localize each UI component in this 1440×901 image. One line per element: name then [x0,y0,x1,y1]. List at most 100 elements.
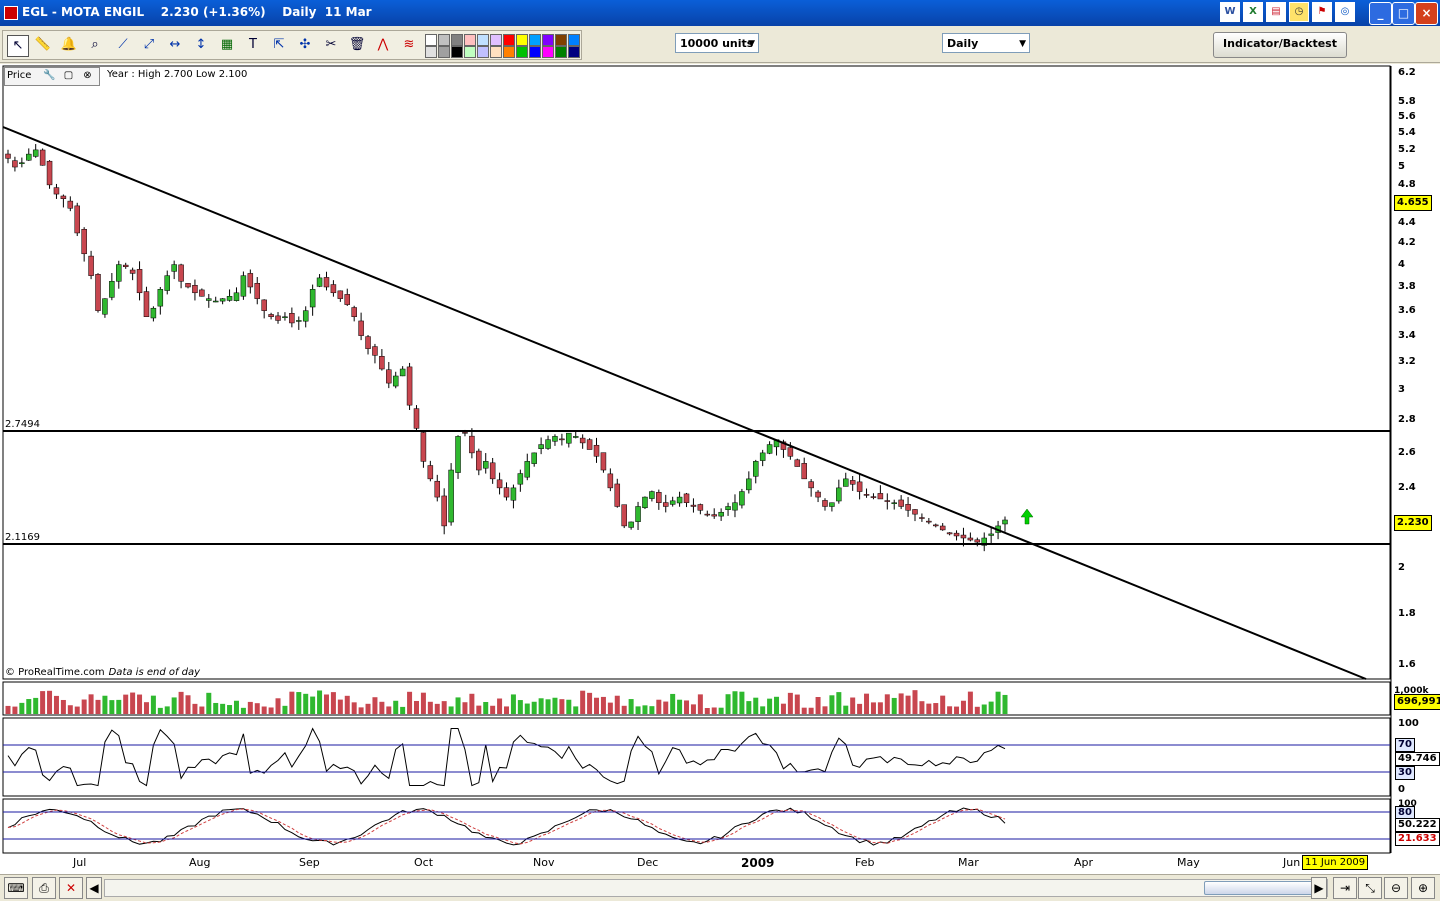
price-panel [2,65,1391,680]
volume-bar [206,692,212,714]
candle-body [199,289,205,297]
candle-body [192,285,198,294]
volume-bar [150,695,156,714]
volume-bar [164,706,170,714]
fit-icon[interactable]: ⇥ [1333,877,1357,899]
candle-body [406,366,413,406]
volume-bar [60,699,66,714]
volume-bar [254,703,260,714]
candle-body [399,368,406,377]
candle-body [309,289,316,308]
candle-body [289,313,295,324]
candle-body [718,511,724,517]
scroll-left-button[interactable]: ◀ [86,877,102,899]
candle-body [116,264,122,282]
volume-last-tag: 696,991 [1394,694,1440,710]
x-label-dec: Dec [637,856,659,869]
close-panel-icon[interactable]: ⊗ [81,69,94,82]
volume-bar [559,699,565,714]
y-tick-label: 5.6 [1398,111,1416,123]
rsi-upper-tag: 70 [1395,738,1415,752]
volume-bar [337,699,343,714]
volume-bar [767,698,773,714]
y-tick-label: 3.4 [1398,329,1416,341]
volume-bar [794,694,800,714]
candle-body [662,502,669,507]
candle-body [427,465,434,480]
candle-body [967,537,974,541]
keyboard-icon[interactable]: ⌨ [4,877,28,899]
rsi-panel [2,717,1391,797]
volume-bar [829,695,835,714]
y-tick-label: 3.6 [1398,304,1416,316]
zoom-in-icon[interactable]: ⊕ [1411,877,1435,899]
candle-body [268,314,274,317]
volume-bar [524,703,530,714]
zoom-out-icon[interactable]: ⊖ [1384,877,1408,899]
candle-body [261,299,267,311]
volume-bar [552,697,558,714]
volume-bar [864,693,870,714]
candle-body [206,298,212,301]
volume-bar [171,697,177,714]
candle-body [593,444,600,457]
volume-bar [545,699,551,714]
y-tick-label: 5.4 [1398,127,1416,139]
candle-body [157,289,164,307]
volume-bar [947,706,953,714]
volume-bar [143,702,149,714]
scroll-right-button[interactable]: ▶ [1311,877,1327,899]
volume-bar [704,707,710,714]
candle-body [933,524,939,527]
print-icon[interactable]: ⎙ [32,877,56,899]
candle-body [32,149,39,157]
candle-body [856,481,863,492]
window-icon[interactable]: ▢ [62,69,75,82]
expand-icon[interactable]: ⤡ [1358,877,1382,899]
volume-bar [614,695,620,714]
crosshair-icon[interactable]: ✕ [59,877,83,899]
volume-bar [628,699,634,714]
cursor-date-tag: 11 Jun 2009 [1302,855,1369,870]
volume-bar [67,705,73,714]
candle-body [863,494,870,496]
candle-body [392,375,399,387]
candle-body [296,320,302,322]
candle-body [476,450,482,471]
volume-bar [413,700,419,714]
y-tick-label: 4.4 [1398,216,1416,228]
y-tick-label: 3.2 [1398,356,1416,368]
candle-body [122,264,129,268]
candle-body [524,461,531,478]
bottom-bar: ⌨ ⎙ ✕ ◀ ▶ ⇥ ⤡ ⊖ ⊕ [0,874,1440,901]
volume-bar [372,697,378,714]
candle-body [815,491,821,498]
candle-body [53,187,60,195]
volume-bar [607,702,613,714]
candle-body [628,521,634,528]
volume-bar [95,699,101,714]
candle-body [420,432,427,462]
candle-body [621,504,627,527]
chart-canvas[interactable] [0,0,1440,900]
candle-body [676,496,683,504]
candle-body [129,269,136,274]
candle-body [469,435,475,454]
volume-bar [351,702,357,714]
volume-bar [960,700,966,714]
candle-body [836,487,842,502]
wrench-icon[interactable]: 🔧 [43,69,56,82]
volume-bar [109,700,115,714]
volume-bar [185,695,191,714]
horizontal-scrollbar[interactable] [104,879,1328,897]
volume-bar [379,701,385,714]
volume-bar [40,691,46,714]
scrollbar-thumb[interactable] [1204,881,1316,895]
volume-bar [178,691,184,714]
candle-body [496,479,503,489]
stoch-k-tag: 50.222 [1395,818,1440,832]
volume-bar [213,702,219,714]
volume-bar [12,706,18,714]
candle-body [843,478,849,487]
volume-bar [448,706,454,714]
